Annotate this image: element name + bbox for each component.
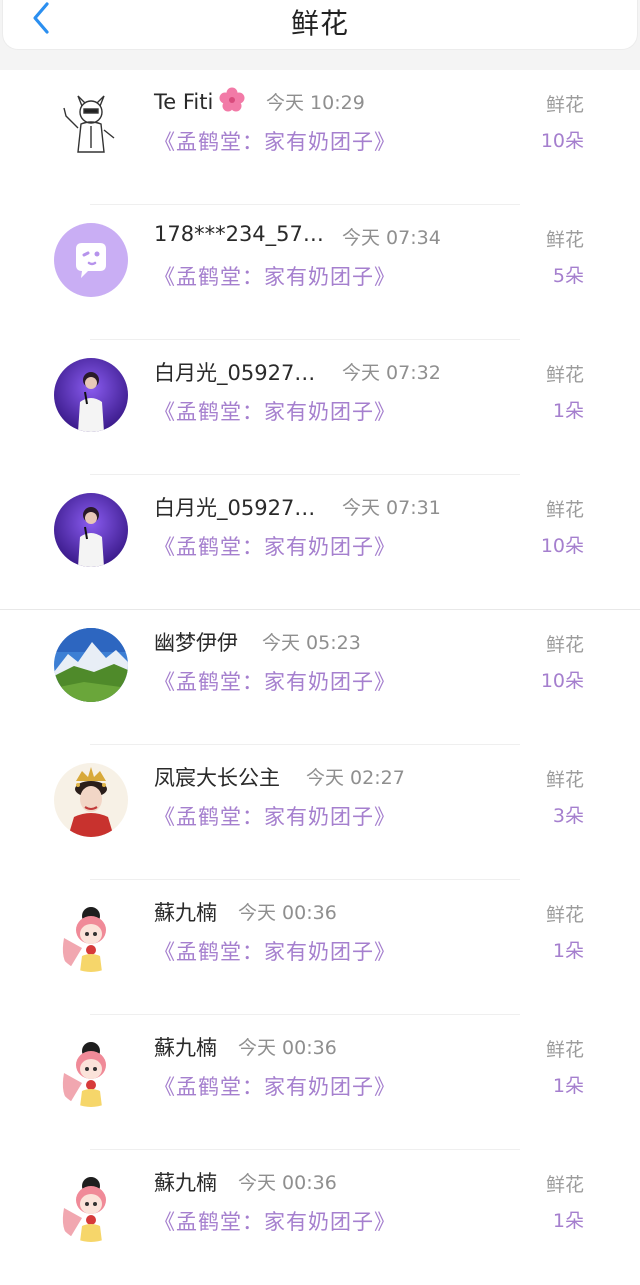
timestamp: 今天 07:32: [342, 362, 441, 384]
user-name: 白月光_05927…: [154, 496, 316, 520]
user-name: 178***234_57…: [154, 222, 324, 246]
timestamp: 今天 00:36: [238, 1172, 337, 1194]
timestamp: 今天 00:36: [238, 1037, 337, 1059]
list-item[interactable]: 白月光_05927… 今天 07:32 《孟鹤堂：家有奶团子》 鲜花 1朵: [0, 340, 640, 475]
user-name: 蘇九楠: [154, 1036, 217, 1060]
list-item[interactable]: Te Fiti 今天 10:29 《孟鹤堂：家有奶团子》 鲜花 10朵: [0, 70, 640, 205]
user-name: 蘇九楠: [154, 901, 217, 925]
flower-gift-list: Te Fiti 今天 10:29 《孟鹤堂：家有奶团子》 鲜花 10朵 178*…: [0, 70, 640, 1285]
gift-type-label: 鲜花: [545, 364, 584, 386]
book-title-link[interactable]: 《孟鹤堂：家有奶团子》: [154, 1206, 396, 1236]
gift-count: 10朵: [540, 130, 584, 152]
timestamp: 今天 07:34: [342, 227, 441, 249]
gift-type-label: 鲜花: [545, 1039, 584, 1061]
gift-type-label: 鲜花: [545, 1174, 584, 1196]
list-item[interactable]: 蘇九楠 今天 00:36 《孟鹤堂：家有奶团子》 鲜花 1朵: [0, 880, 640, 1015]
book-title-link[interactable]: 《孟鹤堂：家有奶团子》: [154, 1071, 396, 1101]
top-bar: 鲜花: [0, 0, 640, 70]
timestamp: 今天 10:29: [266, 92, 365, 114]
user-name: 幽梦伊伊: [154, 631, 238, 655]
user-name: Te Fiti: [154, 87, 245, 114]
gift-type-label: 鲜花: [545, 229, 584, 251]
gift-type-label: 鲜花: [545, 499, 584, 521]
book-title-link[interactable]: 《孟鹤堂：家有奶团子》: [154, 531, 396, 561]
timestamp: 今天 05:23: [262, 632, 361, 654]
user-name: 蘇九楠: [154, 1171, 217, 1195]
default-chat-avatar[interactable]: [54, 223, 128, 297]
gift-count: 5朵: [552, 265, 584, 287]
gift-count: 3朵: [552, 805, 584, 827]
sketch-character-avatar[interactable]: [54, 86, 128, 160]
timestamp: 今天 07:31: [342, 497, 441, 519]
user-name: 白月光_05927…: [154, 361, 316, 385]
gift-count: 1朵: [552, 1210, 584, 1232]
gift-type-label: 鲜花: [545, 904, 584, 926]
gift-count: 1朵: [552, 400, 584, 422]
gift-type-label: 鲜花: [545, 94, 584, 116]
timestamp: 今天 00:36: [238, 902, 337, 924]
gift-count: 1朵: [552, 940, 584, 962]
list-item[interactable]: 蘇九楠 今天 00:36 《孟鹤堂：家有奶团子》 鲜花 1朵: [0, 1015, 640, 1150]
book-title-link[interactable]: 《孟鹤堂：家有奶团子》: [154, 801, 396, 831]
list-item[interactable]: 白月光_05927… 今天 07:31 《孟鹤堂：家有奶团子》 鲜花 10朵: [0, 475, 640, 610]
list-item[interactable]: 凤宸大长公主 今天 02:27 《孟鹤堂：家有奶团子》 鲜花 3朵: [0, 745, 640, 880]
book-title-link[interactable]: 《孟鹤堂：家有奶团子》: [154, 261, 396, 291]
book-title-link[interactable]: 《孟鹤堂：家有奶团子》: [154, 126, 396, 156]
list-item[interactable]: 蘇九楠 今天 00:36 《孟鹤堂：家有奶团子》 鲜花 1朵: [0, 1150, 640, 1285]
gift-type-label: 鲜花: [545, 769, 584, 791]
mountain-landscape-avatar[interactable]: [54, 628, 128, 702]
princess-portrait-avatar[interactable]: [54, 763, 128, 837]
list-item[interactable]: 178***234_57… 今天 07:34 《孟鹤堂：家有奶团子》 鲜花 5朵: [0, 205, 640, 340]
book-title-link[interactable]: 《孟鹤堂：家有奶团子》: [154, 396, 396, 426]
anime-girl-avatar[interactable]: [54, 898, 128, 972]
singer-stage-avatar[interactable]: [54, 358, 128, 432]
page-title: 鲜花: [290, 7, 349, 40]
timestamp: 今天 02:27: [306, 767, 405, 789]
gift-count: 10朵: [540, 670, 584, 692]
gift-count: 1朵: [552, 1075, 584, 1097]
gift-type-label: 鲜花: [545, 634, 584, 656]
hibiscus-flower-icon: [219, 87, 245, 112]
anime-girl-avatar[interactable]: [54, 1033, 128, 1107]
anime-girl-avatar[interactable]: [54, 1168, 128, 1242]
header: 鲜花: [2, 0, 638, 50]
book-title-link[interactable]: 《孟鹤堂：家有奶团子》: [154, 666, 396, 696]
user-name: 凤宸大长公主: [154, 766, 280, 790]
list-item[interactable]: 幽梦伊伊 今天 05:23 《孟鹤堂：家有奶团子》 鲜花 10朵: [0, 610, 640, 745]
gift-count: 10朵: [540, 535, 584, 557]
book-title-link[interactable]: 《孟鹤堂：家有奶团子》: [154, 936, 396, 966]
singer-stage-avatar[interactable]: [54, 493, 128, 567]
